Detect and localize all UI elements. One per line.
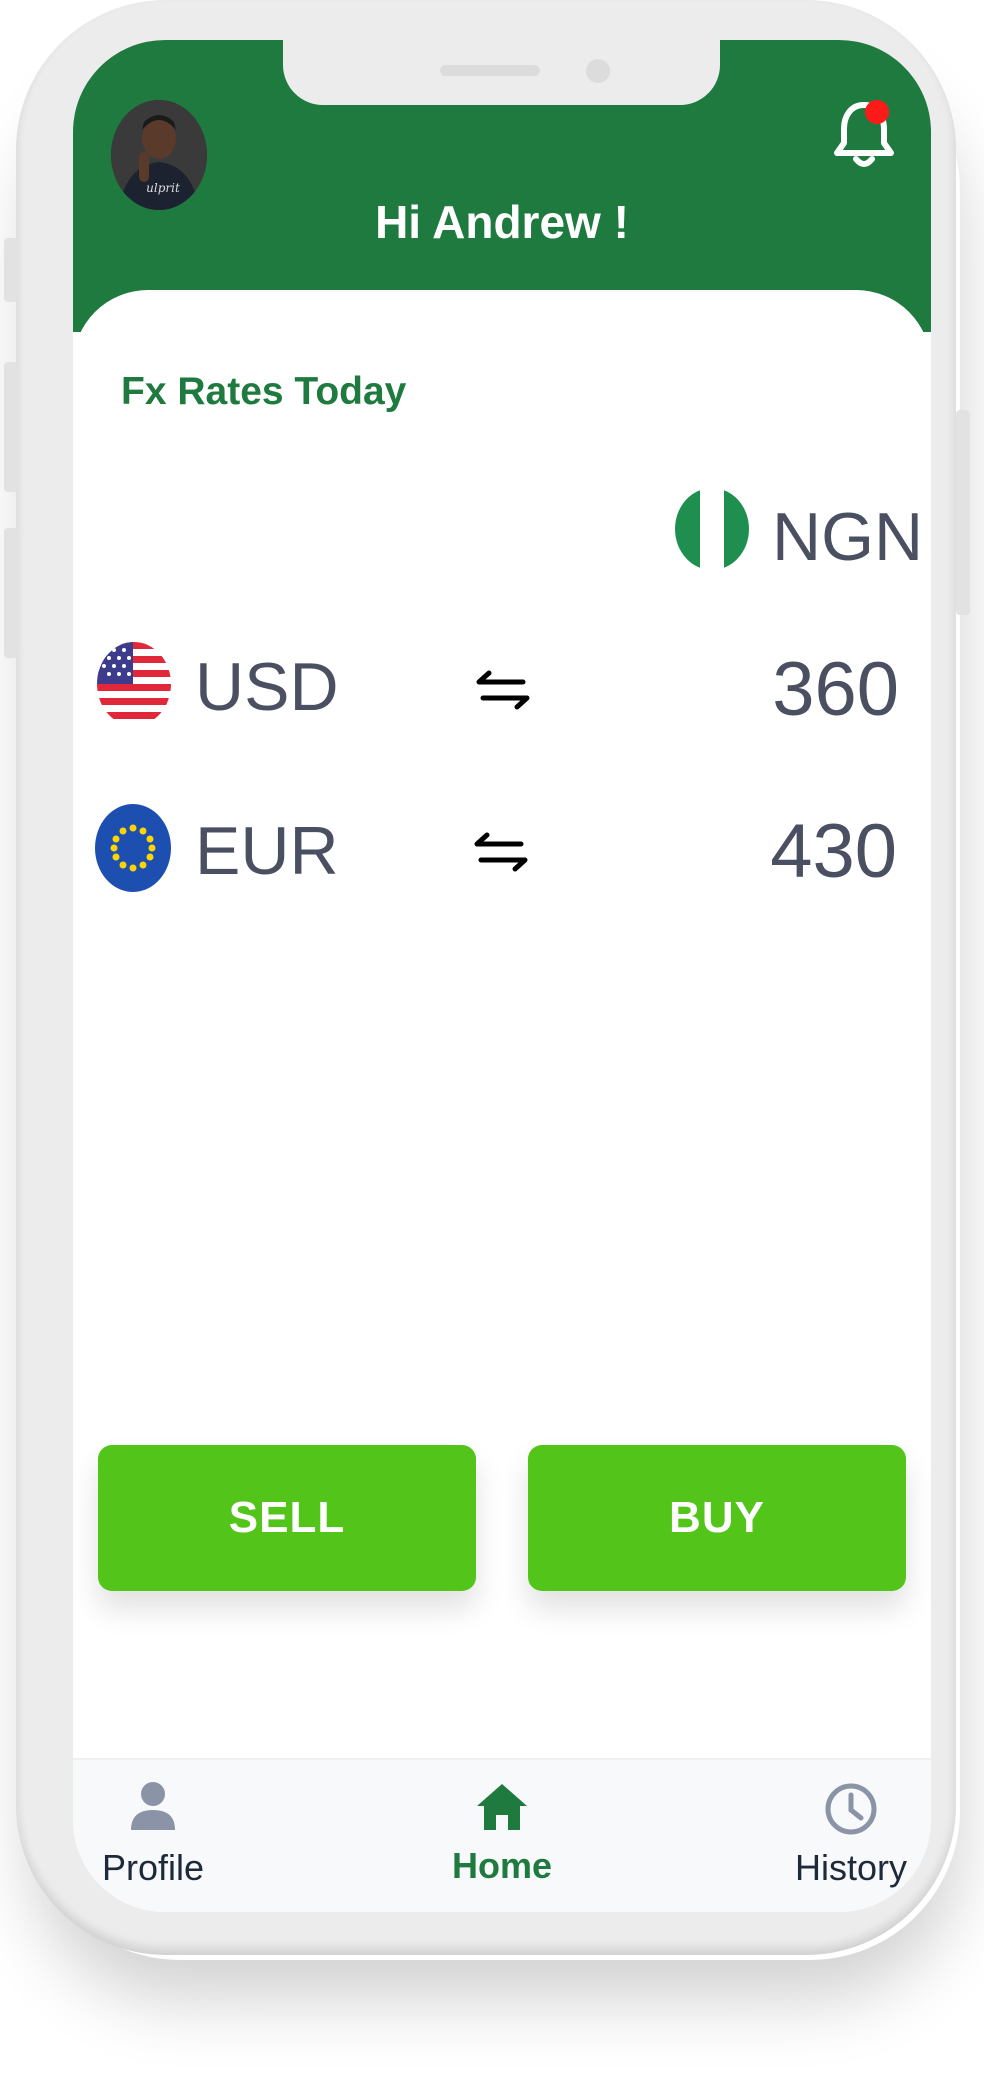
side-button-mute xyxy=(4,238,18,302)
side-button-volume-up xyxy=(4,362,18,492)
app-screen: ulprit Hi Andrew ! Fx Rates Today NGN US… xyxy=(73,40,931,1912)
tab-label-history: History xyxy=(794,1847,907,1888)
currency-code-usd: USD xyxy=(195,649,339,725)
tab-label-home: Home xyxy=(451,1845,553,1886)
phone-frame: ulprit Hi Andrew ! Fx Rates Today NGN US… xyxy=(4,0,970,1955)
section-title: Fx Rates Today xyxy=(121,370,407,413)
bell-icon xyxy=(834,100,894,167)
notification-bell[interactable] xyxy=(829,95,899,175)
rate-value-usd: 360 xyxy=(772,647,899,732)
clock-icon xyxy=(825,1783,877,1835)
avatar[interactable]: ulprit xyxy=(111,100,207,210)
tab-profile[interactable]: Profile xyxy=(93,1780,213,1889)
greeting-text: Hi Andrew ! xyxy=(375,196,629,248)
bottom-tab-bar: Profile Home History xyxy=(73,1758,931,1912)
notification-dot xyxy=(865,100,889,124)
home-icon xyxy=(477,1784,527,1830)
swap-arrows-icon[interactable] xyxy=(475,668,531,712)
base-currency-code: NGN xyxy=(772,499,924,575)
avatar-shirt-text: ulprit xyxy=(146,181,180,195)
buy-button[interactable]: BUY xyxy=(528,1445,906,1591)
header-curve xyxy=(73,290,931,440)
tab-home[interactable]: Home xyxy=(442,1782,562,1887)
sell-button[interactable]: SELL xyxy=(98,1445,476,1591)
phone-notch xyxy=(283,40,720,105)
rate-value-eur: 430 xyxy=(770,809,897,894)
us-flag-icon xyxy=(97,642,171,726)
speaker-grille xyxy=(440,65,540,76)
tab-history[interactable]: History xyxy=(791,1782,911,1889)
ngn-flag-icon xyxy=(675,488,749,570)
side-button-power xyxy=(956,410,970,615)
eu-flag-icon xyxy=(95,804,171,892)
side-button-volume-down xyxy=(4,528,18,658)
tab-label-profile: Profile xyxy=(101,1847,205,1888)
avatar-photo: ulprit xyxy=(111,100,207,210)
person-icon xyxy=(131,1782,175,1830)
swap-arrows-icon[interactable] xyxy=(473,830,529,874)
front-camera xyxy=(586,59,610,83)
currency-code-eur: EUR xyxy=(195,813,339,889)
